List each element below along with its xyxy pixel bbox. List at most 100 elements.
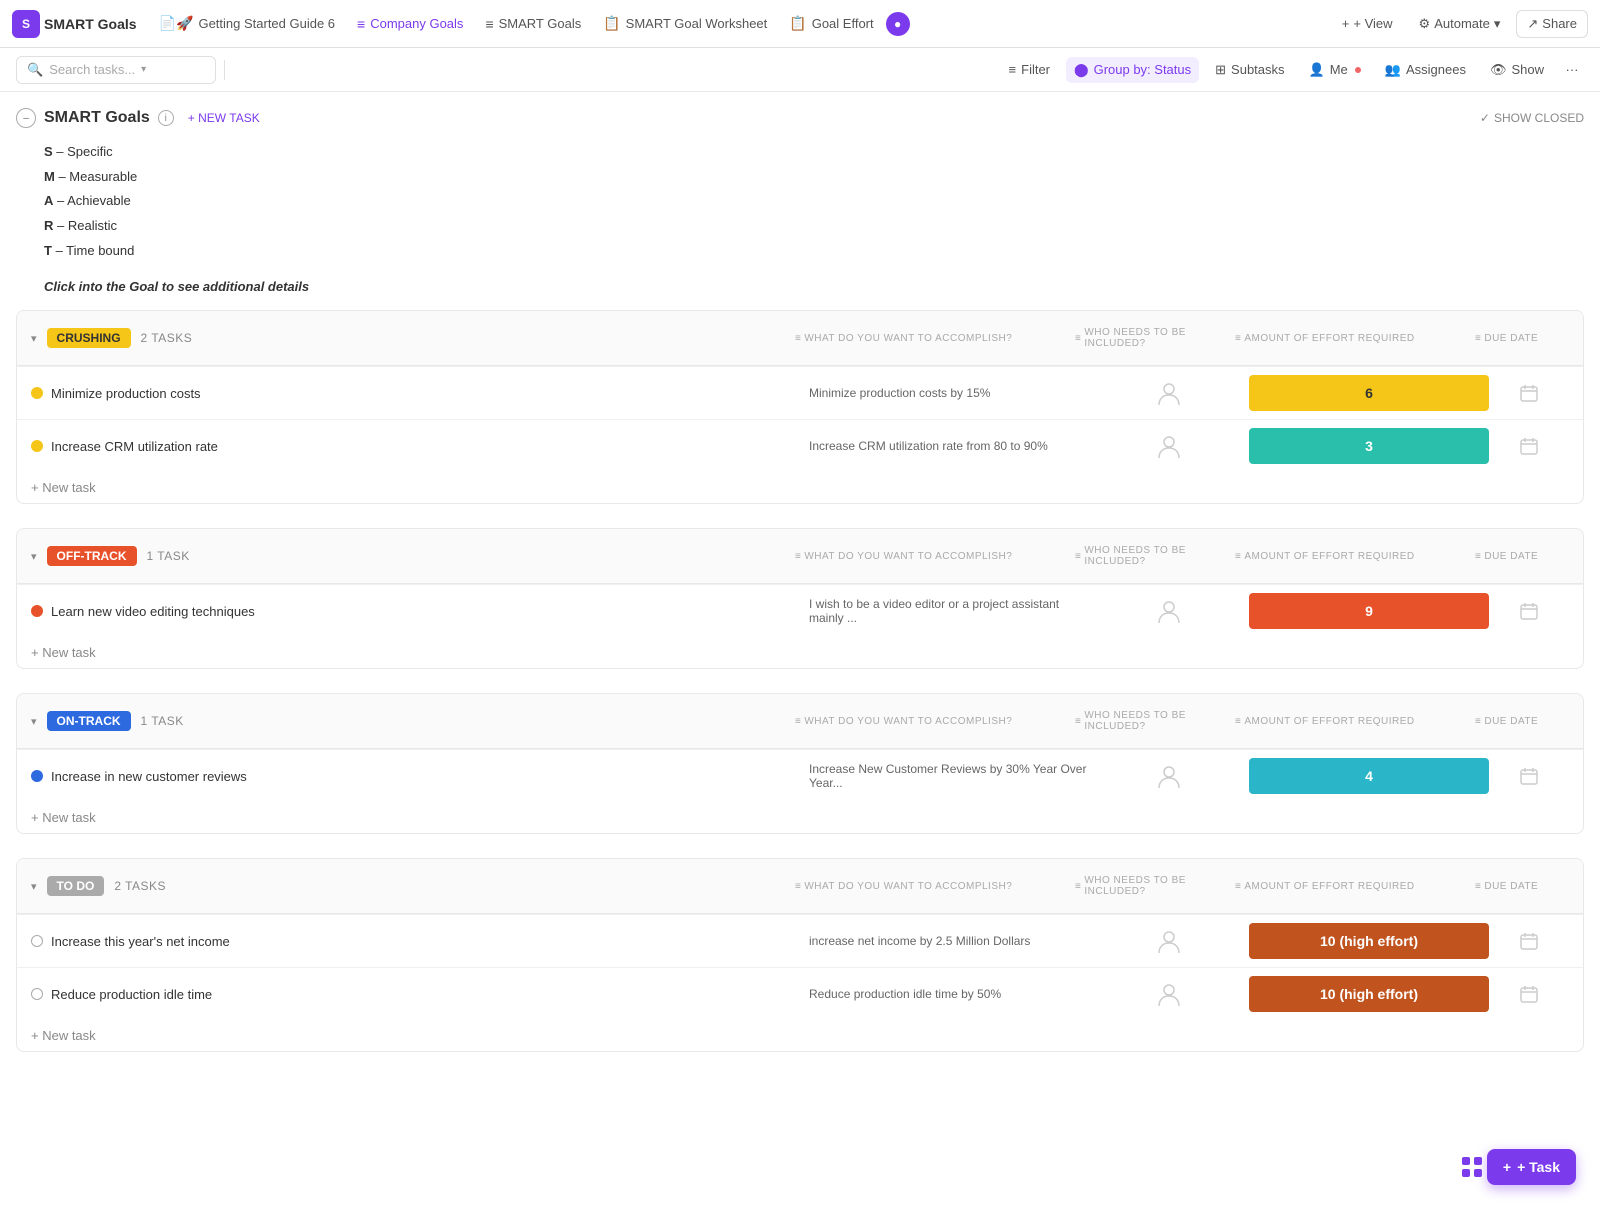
column-header-icon: ≡ [795, 551, 801, 562]
column-header-icon: ≡ [1475, 881, 1481, 892]
fab-label: + Task [1517, 1159, 1560, 1175]
me-label: Me [1330, 62, 1348, 77]
task-assignee [1089, 980, 1249, 1008]
effort-cell: 6 [1249, 375, 1489, 411]
share-button[interactable]: ↗ Share [1516, 10, 1588, 38]
add-new-task-button[interactable]: + New task [17, 637, 1583, 668]
task-name-cell: Reduce production idle time [31, 987, 809, 1002]
group-on-track: ▾ ON-TRACK 1 TASK ≡WHAT DO YOU WANT TO ACCO… [16, 693, 1584, 834]
info-icon[interactable]: i [158, 110, 174, 126]
col-headers-off-track: ≡WHAT DO YOU WANT TO ACCOMPLISH?≡WHO NEE… [200, 539, 1569, 573]
table-row[interactable]: Increase CRM utilization rateIncrease CR… [17, 419, 1583, 472]
due-date-cell[interactable] [1489, 985, 1569, 1003]
section-collapse-button[interactable]: – [16, 108, 36, 128]
view-button[interactable]: + + View [1332, 11, 1403, 36]
tab-goal-effort-label: Goal Effort [812, 16, 874, 31]
click-hint: Click into the Goal to see additional de… [44, 279, 1556, 294]
share-icon: ↗ [1527, 16, 1538, 32]
column-header: ≡WHAT DO YOU WANT TO ACCOMPLISH? [795, 710, 1075, 732]
col-headers-on-track: ≡WHAT DO YOU WANT TO ACCOMPLISH?≡WHO NEE… [194, 704, 1569, 738]
table-row[interactable]: Reduce production idle timeReduce produc… [17, 967, 1583, 1020]
tab-smart-goal-worksheet-label: SMART Goal Worksheet [626, 16, 768, 31]
tab-more-circle[interactable]: ● [886, 12, 910, 36]
effort-cell: 4 [1249, 758, 1489, 794]
column-header: ≡AMOUNT OF EFFORT REQUIRED [1235, 875, 1475, 897]
column-header [214, 545, 795, 567]
column-header-icon: ≡ [1235, 881, 1241, 892]
due-date-cell[interactable] [1489, 602, 1569, 620]
add-new-task-button[interactable]: + New task [17, 472, 1583, 503]
task-assignee [1089, 927, 1249, 955]
filter-button[interactable]: ≡ Filter [1001, 57, 1058, 82]
show-button[interactable]: 👁 Show [1482, 57, 1552, 83]
tab-company-goals[interactable]: ≡ Company Goals [347, 6, 473, 42]
status-badge-on-track: ON-TRACK [47, 711, 131, 731]
add-new-task-button[interactable]: + New task [17, 1020, 1583, 1051]
me-button[interactable]: 👤 Me [1301, 57, 1369, 83]
due-date-cell[interactable] [1489, 767, 1569, 785]
letter-a: A [44, 193, 53, 208]
column-header: ≡WHAT DO YOU WANT TO ACCOMPLISH? [795, 875, 1075, 897]
column-header: ≡AMOUNT OF EFFORT REQUIRED [1235, 545, 1475, 567]
column-header [208, 710, 795, 732]
me-icon: 👤 [1309, 62, 1325, 78]
tab-getting-started[interactable]: 📄🚀 Getting Started Guide 6 [149, 6, 345, 42]
status-badge-off-track: OFF-TRACK [47, 546, 137, 566]
column-header-icon: ≡ [1075, 333, 1081, 344]
share-label: Share [1542, 16, 1577, 31]
group-by-status-button[interactable]: ⬤ Group by: Status [1066, 57, 1199, 83]
group-header-off-track: ▾OFF-TRACK1 TASK≡WHAT DO YOU WANT TO ACC… [17, 529, 1583, 584]
table-row[interactable]: Increase this year's net incomeincrease … [17, 914, 1583, 967]
tab-goal-effort[interactable]: 📋 Goal Effort [779, 6, 883, 42]
calendar-icon [1520, 602, 1538, 620]
letter-m: M [44, 169, 55, 184]
search-box[interactable]: 🔍 Search tasks... ▾ [16, 56, 216, 84]
effort-cell: 9 [1249, 593, 1489, 629]
due-date-cell[interactable] [1489, 932, 1569, 950]
table-row[interactable]: Learn new video editing techniquesI wish… [17, 584, 1583, 637]
show-label: Show [1511, 62, 1544, 77]
tab-smart-goal-worksheet[interactable]: 📋 SMART Goal Worksheet [593, 6, 777, 42]
calendar-icon [1520, 384, 1538, 402]
assignees-button[interactable]: 👥 Assignees [1377, 57, 1474, 83]
assignees-icon: 👥 [1385, 62, 1401, 78]
due-date-cell[interactable] [1489, 384, 1569, 402]
letter-r: R [44, 218, 53, 233]
column-header-icon: ≡ [795, 333, 801, 344]
due-date-cell[interactable] [1489, 437, 1569, 455]
column-header: ≡WHAT DO YOU WANT TO ACCOMPLISH? [795, 327, 1075, 349]
group-count-on-track: 1 TASK [141, 714, 184, 728]
column-header-icon: ≡ [1235, 551, 1241, 562]
assignee-icon [1155, 597, 1183, 625]
automate-icon: ⚙ [1419, 16, 1431, 32]
group-collapse-off-track[interactable]: ▾ [31, 550, 37, 563]
calendar-icon [1520, 437, 1538, 455]
add-new-task-button[interactable]: + New task [17, 802, 1583, 833]
section-new-task-button[interactable]: + NEW TASK [182, 109, 266, 127]
letter-s: S [44, 144, 53, 159]
tab-getting-started-label: Getting Started Guide 6 [198, 16, 335, 31]
subtasks-button[interactable]: ⊞ Subtasks [1207, 57, 1292, 83]
grid-view-icon[interactable] [1454, 1149, 1490, 1185]
add-task-fab[interactable]: + + Task [1487, 1149, 1576, 1185]
table-row[interactable]: Increase in new customer reviewsIncrease… [17, 749, 1583, 802]
assignees-label: Assignees [1406, 62, 1466, 77]
task-status-dot [31, 988, 43, 1000]
automate-button[interactable]: ⚙ Automate ▾ [1409, 11, 1511, 37]
group-collapse-crushing[interactable]: ▾ [31, 332, 37, 345]
show-closed-button[interactable]: ✓ SHOW CLOSED [1480, 111, 1584, 125]
group-collapse-to-do[interactable]: ▾ [31, 880, 37, 893]
getting-started-icon: 📄🚀 [159, 15, 194, 32]
toolbar-more-button[interactable]: ··· [1560, 58, 1584, 82]
table-row[interactable]: Minimize production costsMinimize produc… [17, 366, 1583, 419]
column-header: ≡AMOUNT OF EFFORT REQUIRED [1235, 710, 1475, 732]
task-accomplish: Minimize production costs by 15% [809, 386, 1089, 400]
smart-row-r: R – Realistic [44, 214, 1556, 239]
chevron-down-icon: ▾ [1494, 16, 1501, 32]
goal-effort-icon: 📋 [789, 15, 806, 32]
tab-smart-goals[interactable]: ≡ SMART Goals [475, 6, 591, 42]
group-collapse-on-track[interactable]: ▾ [31, 715, 37, 728]
group-off-track: ▾OFF-TRACK1 TASK≡WHAT DO YOU WANT TO ACC… [16, 528, 1584, 669]
column-header-icon: ≡ [1235, 716, 1241, 727]
smart-row-t: T – Time bound [44, 239, 1556, 264]
